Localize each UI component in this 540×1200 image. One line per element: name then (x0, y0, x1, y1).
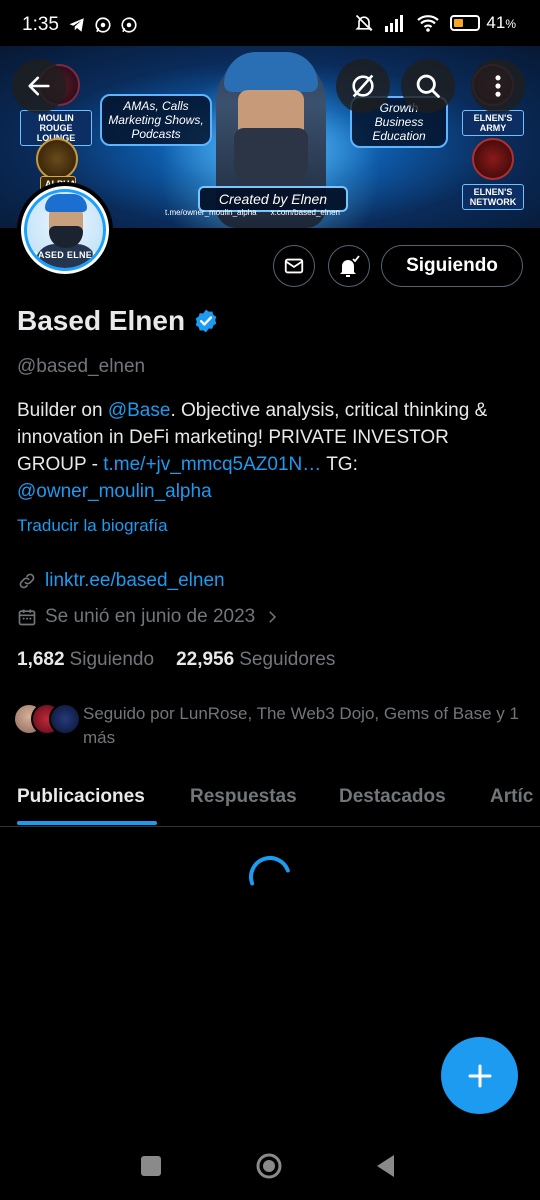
profile-handle: @based_elnen (17, 356, 146, 377)
link-icon (19, 573, 35, 589)
telegram-group-link[interactable]: t.me/+jv_mmcq5AZ01N… (103, 454, 321, 475)
grok-button[interactable] (336, 59, 390, 113)
followed-by-text[interactable]: Seguido por LunRose, The Web3 Dojo, Gems… (83, 702, 523, 750)
wifi-icon (417, 15, 440, 32)
battery-percent: 41 (486, 13, 506, 32)
plus-icon (468, 1064, 491, 1087)
banner-tag-army: ELNEN'S ARMY (462, 110, 524, 136)
joined-row[interactable]: Se unió en junio de 2023 (17, 606, 281, 628)
bell-muted-icon (355, 14, 374, 32)
loading-spinner-icon (249, 856, 290, 886)
search-button[interactable] (401, 59, 455, 113)
back-button[interactable] (12, 59, 66, 113)
whatsapp-icon (95, 17, 111, 33)
avatar (49, 703, 81, 735)
joined-date: Se unió en junio de 2023 (45, 606, 256, 627)
home-button-icon[interactable] (255, 1152, 283, 1180)
followers-count-link[interactable]: 22,956 Seguidores (176, 649, 335, 671)
mail-icon (284, 258, 304, 274)
profile-name: Based Elnen (17, 305, 186, 336)
tab-articulos[interactable]: Artíc (490, 786, 533, 808)
following-count-link[interactable]: 1,682 Siguiendo (17, 649, 154, 671)
status-time: 1:35 (22, 14, 59, 35)
avatar-label: BASED ELNEN (31, 250, 99, 260)
message-button[interactable] (273, 245, 315, 287)
banner-link-x: x.com/based_elnen (270, 208, 340, 217)
chevron-right-icon (269, 611, 277, 623)
banner-link-telegram: t.me/owner_moulin_alpha (165, 208, 257, 217)
battery-icon (450, 15, 481, 31)
mention-base-link[interactable]: @Base (108, 400, 171, 421)
system-nav-bar (0, 1130, 540, 1200)
status-bar: 1:35 41% (0, 0, 540, 50)
calendar-icon (18, 609, 36, 626)
telegram-icon (69, 18, 84, 32)
tab-respuestas[interactable]: Respuestas (190, 786, 297, 808)
more-vertical-icon (495, 75, 501, 97)
recents-button-icon[interactable] (140, 1155, 162, 1177)
signal-icon (385, 15, 404, 32)
translate-bio-link[interactable]: Traducir la biografía (17, 516, 168, 536)
compose-button[interactable] (441, 1037, 518, 1114)
profile-avatar[interactable]: BASED ELNEN (17, 182, 113, 278)
banner-medal (36, 138, 78, 180)
profile-bio: Builder on @Base. Objective analysis, cr… (17, 400, 488, 502)
more-options-button[interactable] (471, 59, 525, 113)
tab-destacados[interactable]: Destacados (339, 786, 446, 808)
battery-indicator: 41% (450, 13, 516, 33)
whatsapp-icon (121, 17, 137, 33)
profile-name-row: Based Elnen (17, 305, 219, 337)
verified-badge-icon[interactable] (193, 308, 219, 334)
back-nav-icon[interactable] (374, 1153, 396, 1179)
profile-tabs: Publicaciones Respuestas Destacados Artí… (0, 770, 540, 827)
mention-owner-link[interactable]: @owner_moulin_alpha (17, 481, 212, 502)
follow-counts: 1,682 Siguiendo 22,956 Seguidores (17, 649, 335, 671)
banner-tag-network: ELNEN'S NETWORK (462, 184, 524, 210)
banner-left-box: AMAs, Calls Marketing Shows, Podcasts (100, 94, 212, 146)
tab-publicaciones[interactable]: Publicaciones (17, 786, 145, 808)
notifications-button[interactable] (328, 245, 370, 287)
website-row: linktr.ee/based_elnen (17, 570, 225, 592)
banner-medal (472, 138, 514, 180)
followed-by-avatars[interactable] (13, 703, 81, 735)
search-icon (416, 74, 440, 98)
following-button[interactable]: Siguiendo (381, 245, 523, 287)
arrow-left-icon (28, 76, 50, 96)
bell-check-icon (340, 255, 360, 277)
grok-icon (352, 74, 374, 98)
website-link[interactable]: linktr.ee/based_elnen (45, 570, 225, 592)
active-tab-indicator (17, 821, 157, 825)
